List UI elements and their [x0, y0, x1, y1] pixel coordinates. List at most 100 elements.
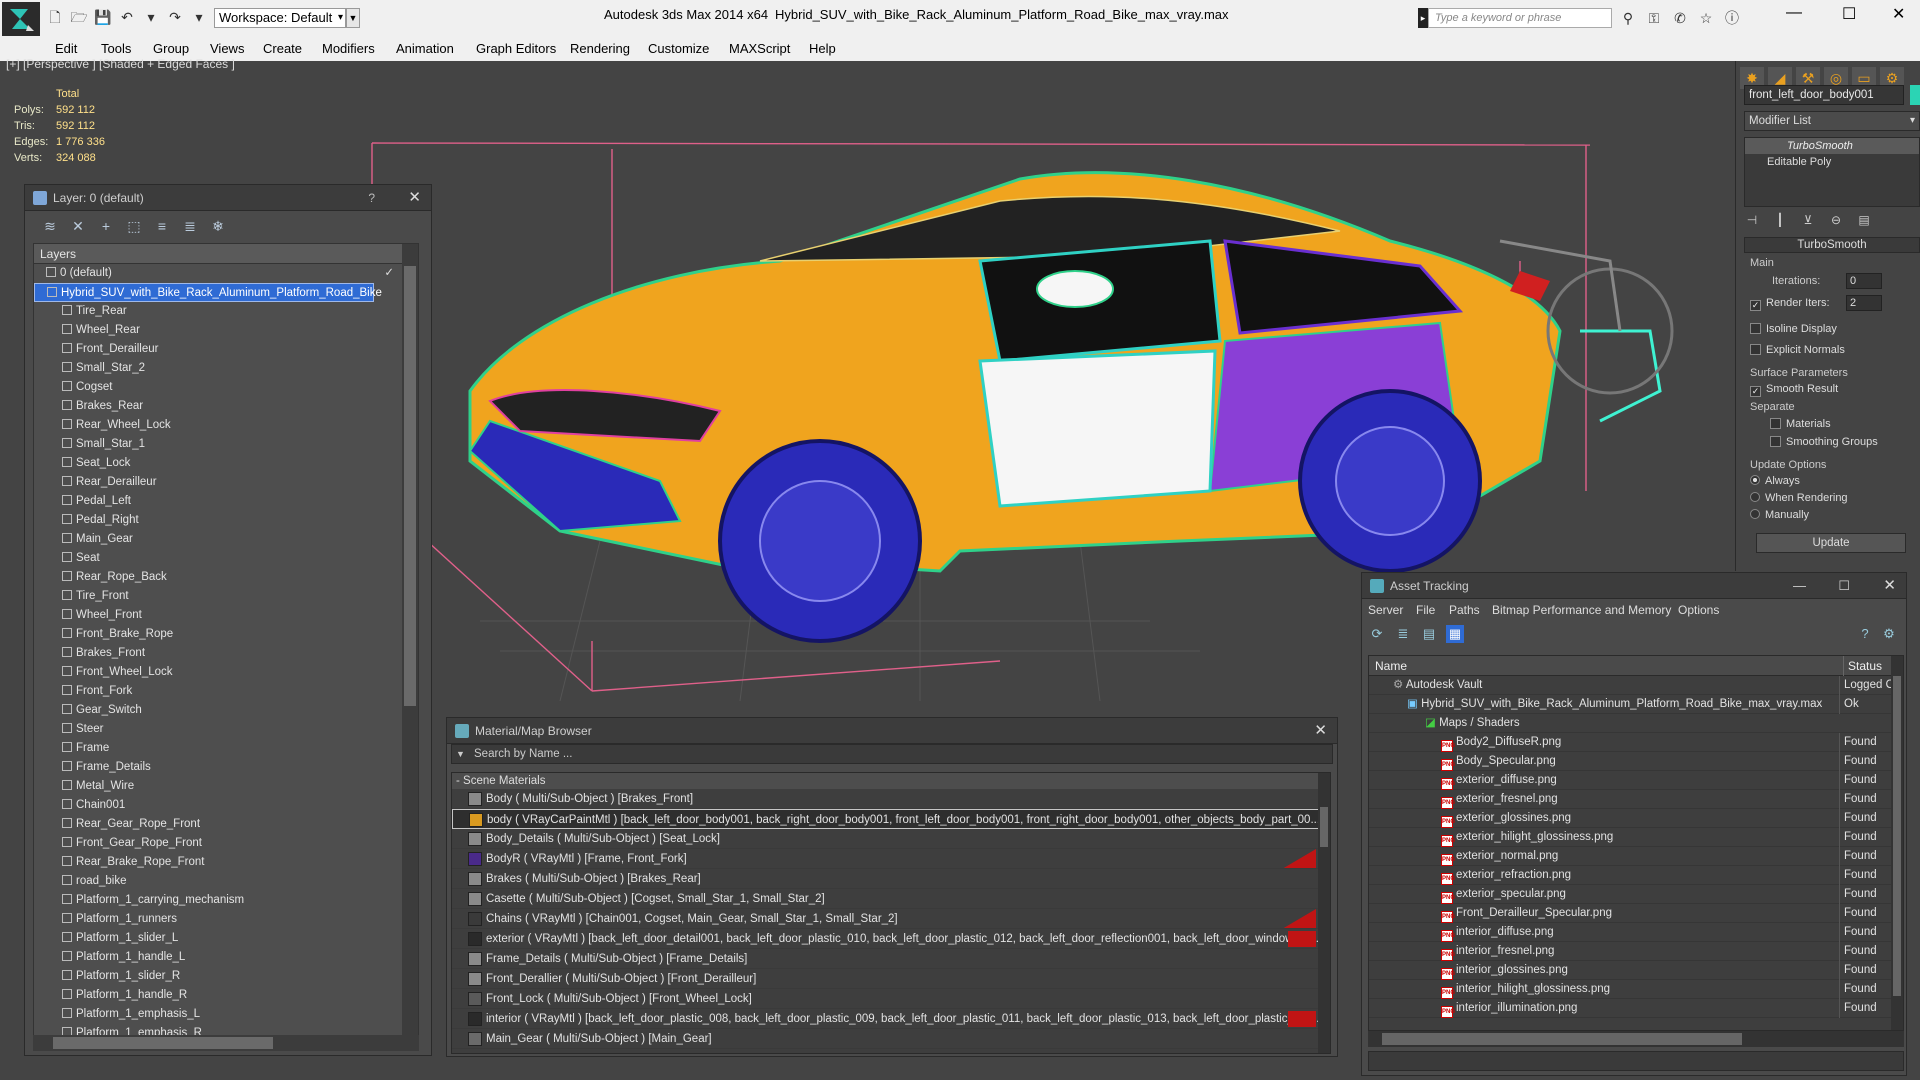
menu-rendering[interactable]: Rendering: [570, 41, 630, 56]
layer-object-item[interactable]: Main_Gear: [34, 530, 418, 549]
layer-horizontal-scrollbar[interactable]: [33, 1035, 419, 1051]
redo-dropdown-icon[interactable]: ▾: [190, 8, 208, 26]
when-rendering-radio[interactable]: When Rendering: [1750, 492, 1848, 504]
stack-item-turbosmooth[interactable]: TurboSmooth: [1745, 138, 1919, 154]
maximize-icon[interactable]: ☐: [1838, 573, 1850, 599]
new-file-icon[interactable]: 🗋: [46, 8, 64, 26]
menu-group[interactable]: Group: [153, 41, 189, 56]
layer-object-item[interactable]: Platform_1_slider_L: [34, 929, 418, 948]
modifier-list-dropdown[interactable]: Modifier List ▾: [1744, 111, 1920, 131]
hide-all-icon[interactable]: ≣: [181, 217, 199, 235]
menu-graph-editors[interactable]: Graph Editors: [476, 41, 556, 56]
close-icon[interactable]: ✕: [1314, 718, 1327, 744]
layer-object-item[interactable]: Platform_1_carrying_mechanism: [34, 891, 418, 910]
material-scrollbar[interactable]: [1318, 773, 1330, 1053]
material-row[interactable]: Chains ( VRayMtl ) [Chain001, Cogset, Ma…: [452, 909, 1330, 929]
material-row[interactable]: Main_Gear ( Multi/Sub-Object ) [Main_Gea…: [452, 1029, 1330, 1049]
stack-item-editable-poly[interactable]: Editable Poly: [1745, 154, 1919, 170]
binoculars-icon[interactable]: ⚲: [1618, 8, 1638, 28]
asset-map-row[interactable]: PNGexterior_fresnel.png Found: [1369, 790, 1903, 809]
redo-icon[interactable]: ↷: [166, 8, 184, 26]
layer-object-item[interactable]: Rear_Derailleur: [34, 473, 418, 492]
asset-map-row[interactable]: PNGinterior_hilight_glossiness.png Found: [1369, 980, 1903, 999]
update-button[interactable]: Update: [1756, 533, 1906, 553]
add-to-layer-icon[interactable]: +: [97, 217, 115, 235]
workspace-dropdown[interactable]: Workspace: Default ▾: [214, 8, 346, 28]
highlight-layer-icon[interactable]: ≡: [153, 217, 171, 235]
asset-map-row[interactable]: PNGinterior_illumination.png Found: [1369, 999, 1903, 1018]
asset-map-row[interactable]: PNGexterior_refraction.png Found: [1369, 866, 1903, 885]
object-name-field[interactable]: front_left_door_body001: [1744, 85, 1904, 105]
thumbnail-view-icon[interactable]: ▤: [1420, 625, 1438, 643]
help-icon[interactable]: ?: [1856, 625, 1874, 643]
layer-object-item[interactable]: Platform_1_runners: [34, 910, 418, 929]
smoothing-groups-checkbox[interactable]: Smoothing Groups: [1770, 436, 1878, 448]
material-row[interactable]: Casette ( Multi/Sub-Object ) [Cogset, Sm…: [452, 889, 1330, 909]
material-row[interactable]: body ( VRayCarPaintMtl ) [back_left_door…: [452, 809, 1330, 829]
pin-stack-icon[interactable]: ⊣: [1744, 213, 1760, 229]
asset-map-row[interactable]: PNGBody_Specular.png Found: [1369, 752, 1903, 771]
show-end-result-icon[interactable]: ┃: [1772, 213, 1788, 229]
menu-views[interactable]: Views: [210, 41, 244, 56]
layer-object-item[interactable]: Brakes_Rear: [34, 397, 418, 416]
layer-object-item[interactable]: Frame: [34, 739, 418, 758]
subscription-icon[interactable]: ⚿: [1644, 8, 1664, 28]
render-iters-spinner[interactable]: 2: [1846, 295, 1882, 311]
asset-map-row[interactable]: PNGexterior_diffuse.png Found: [1369, 771, 1903, 790]
asset-horizontal-scrollbar[interactable]: [1368, 1031, 1904, 1047]
asset-menu-server[interactable]: Server: [1368, 599, 1403, 621]
always-radio[interactable]: Always: [1750, 475, 1800, 487]
save-icon[interactable]: 💾: [94, 8, 112, 26]
layer-object-item[interactable]: Platform_1_handle_R: [34, 986, 418, 1005]
scrollbar-thumb[interactable]: [53, 1037, 273, 1049]
configure-sets-icon[interactable]: ▤: [1856, 213, 1872, 229]
layer-object-item[interactable]: Frame_Details: [34, 758, 418, 777]
layer-object-item[interactable]: Steer: [34, 720, 418, 739]
layers-column-header[interactable]: Layers: [34, 244, 418, 264]
asset-row-file[interactable]: ▣ Hybrid_SUV_with_Bike_Rack_Aluminum_Pla…: [1369, 695, 1903, 714]
asset-map-row[interactable]: PNGBody2_DiffuseR.png Found: [1369, 733, 1903, 752]
layer-object-item[interactable]: Platform_1_slider_R: [34, 967, 418, 986]
delete-layer-icon[interactable]: ✕: [69, 217, 87, 235]
layer-object-item[interactable]: Brakes_Front: [34, 644, 418, 663]
workspace-more-button[interactable]: ▼: [346, 8, 360, 28]
layer-object-item[interactable]: Chain001: [34, 796, 418, 815]
remove-modifier-icon[interactable]: ⊖: [1828, 213, 1844, 229]
create-layer-icon[interactable]: ≋: [41, 217, 59, 235]
menu-create[interactable]: Create: [263, 41, 302, 56]
material-row[interactable]: Front_Derallier ( Multi/Sub-Object ) [Fr…: [452, 969, 1330, 989]
table-view-icon[interactable]: ▦: [1446, 625, 1464, 643]
viewport-label[interactable]: [+] [Perspective ] [Shaded + Edged Faces…: [6, 57, 235, 71]
search-input[interactable]: Type a keyword or phrase: [1428, 8, 1612, 28]
layer-object-item[interactable]: Cogset: [34, 378, 418, 397]
select-objects-icon[interactable]: ⬚: [125, 217, 143, 235]
material-row[interactable]: Front_Lock ( Multi/Sub-Object ) [Front_W…: [452, 989, 1330, 1009]
layer-object-item[interactable]: Rear_Wheel_Lock: [34, 416, 418, 435]
turbosmooth-rollout[interactable]: TurboSmooth: [1744, 237, 1920, 253]
help-icon[interactable]: ?: [368, 185, 375, 211]
scrollbar-thumb[interactable]: [1893, 676, 1901, 996]
menu-tools[interactable]: Tools: [101, 41, 131, 56]
layer-object-item[interactable]: Platform_1_emphasis_L: [34, 1005, 418, 1024]
asset-row-maps-group[interactable]: ◪ Maps / Shaders: [1369, 714, 1903, 733]
options-dropdown-icon[interactable]: ▼: [456, 745, 465, 763]
layer-object-item[interactable]: Small_Star_2: [34, 359, 418, 378]
asset-row-vault[interactable]: ⚙ Autodesk Vault Logged O: [1369, 676, 1903, 695]
asset-menu-options[interactable]: Options: [1678, 599, 1719, 621]
layer-object-item[interactable]: Front_Wheel_Lock: [34, 663, 418, 682]
layer-object-item[interactable]: Platform_1_handle_L: [34, 948, 418, 967]
asset-tracking-titlebar[interactable]: Asset Tracking — ☐ ✕: [1362, 573, 1906, 599]
scrollbar-thumb[interactable]: [1382, 1033, 1742, 1045]
help-icon[interactable]: ⓘ: [1722, 8, 1742, 28]
asset-menu-bitmap-performance[interactable]: Bitmap Performance and Memory: [1492, 599, 1671, 621]
freeze-all-icon[interactable]: ❄: [209, 217, 227, 235]
search-expand-icon[interactable]: ▸: [1418, 8, 1428, 28]
menu-animation[interactable]: Animation: [396, 41, 454, 56]
layer-object-item[interactable]: Seat_Lock: [34, 454, 418, 473]
asset-map-row[interactable]: PNGexterior_normal.png Found: [1369, 847, 1903, 866]
object-color-swatch[interactable]: [1910, 85, 1920, 105]
material-row[interactable]: Body_Details ( Multi/Sub-Object ) [Seat_…: [452, 829, 1330, 849]
asset-scrollbar[interactable]: [1891, 656, 1903, 1030]
layer-object-item[interactable]: Front_Derailleur: [34, 340, 418, 359]
layer-object-item[interactable]: Gear_Switch: [34, 701, 418, 720]
